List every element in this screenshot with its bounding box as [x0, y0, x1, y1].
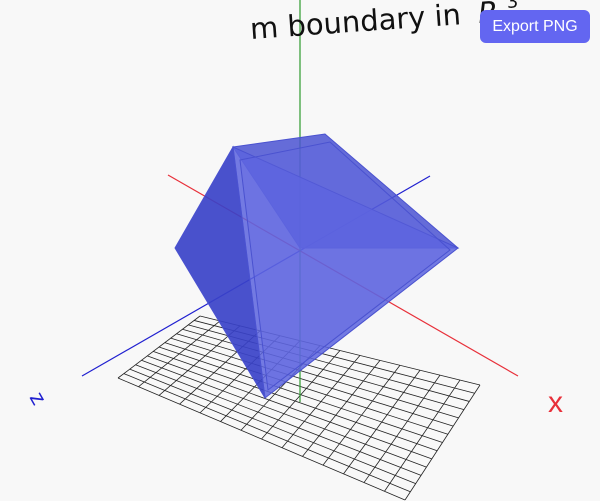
export-png-button[interactable]: Export PNG — [480, 10, 590, 43]
solid-region — [174, 133, 460, 399]
grid-line-b — [117, 377, 406, 501]
plot-title-text: m boundary in — [249, 0, 462, 46]
grid-line-a — [404, 384, 481, 501]
z-axis-label: z — [25, 387, 52, 409]
solid-face-inner — [239, 141, 451, 391]
x-axis-label: x — [548, 386, 563, 419]
3d-viewport[interactable]: x z m boundary in R 3 — [0, 0, 600, 501]
grid-line-a — [384, 379, 461, 492]
